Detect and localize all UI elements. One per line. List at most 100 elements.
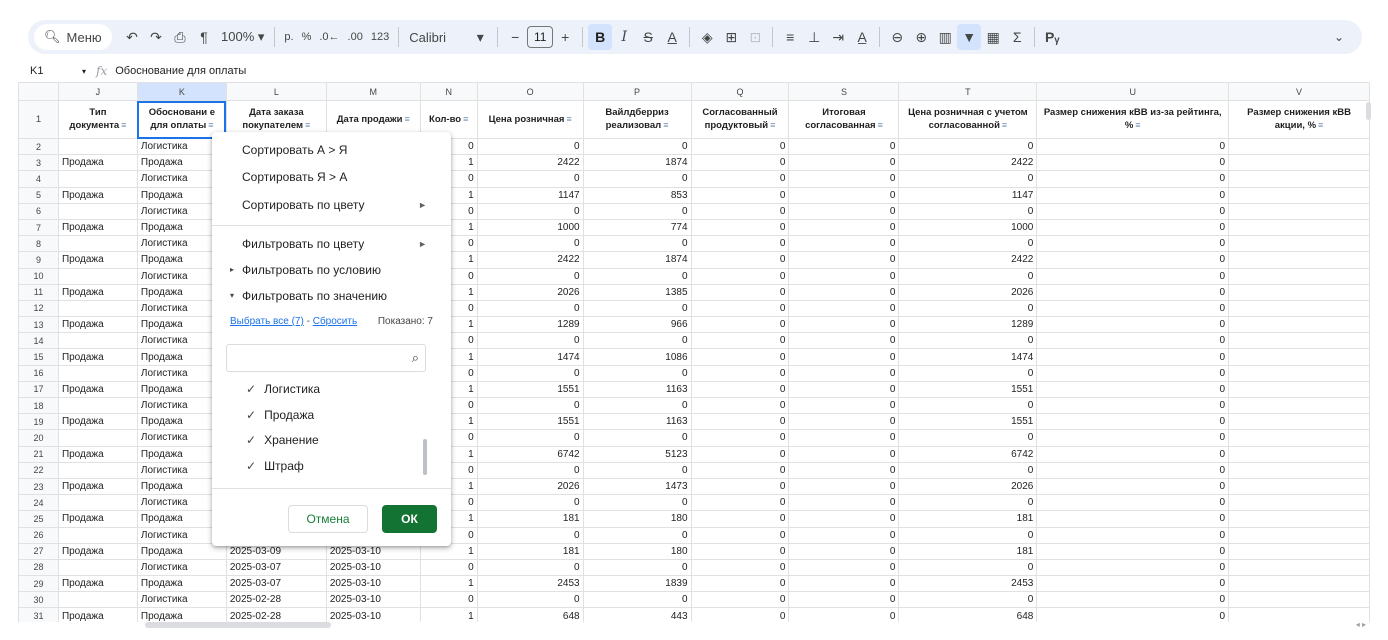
header-cell-j[interactable]: Тип документа ≡	[57, 100, 138, 139]
cell-p[interactable]: 853	[582, 186, 692, 204]
cell-o[interactable]: 6742	[476, 445, 584, 463]
cell-q[interactable]: 0	[690, 299, 790, 318]
filter-button-icon[interactable]: ≡	[770, 120, 775, 130]
cell-v[interactable]	[1228, 591, 1370, 609]
column-header-l[interactable]: L	[225, 82, 327, 101]
reset-link[interactable]: Сбросить	[313, 316, 357, 327]
cell-p[interactable]: 180	[582, 510, 692, 528]
cell-o[interactable]: 0	[476, 137, 584, 156]
cell-p[interactable]: 774	[582, 218, 692, 237]
row-header[interactable]: 24	[18, 494, 59, 512]
cell-o[interactable]: 0	[476, 170, 584, 188]
cell-t[interactable]: 2026	[898, 477, 1038, 496]
cell-q[interactable]: 0	[690, 396, 790, 415]
cell-q[interactable]: 0	[690, 267, 790, 285]
cell-t[interactable]: 1474	[898, 348, 1038, 366]
cell-p[interactable]: 0	[582, 202, 692, 220]
cell-u[interactable]: 0	[1036, 429, 1230, 447]
header-cell-o[interactable]: Цена розничная ≡	[476, 100, 584, 139]
cell-o[interactable]: 2026	[476, 283, 584, 301]
cell-q[interactable]: 0	[690, 510, 790, 528]
cell-j[interactable]: Продажа	[57, 445, 138, 463]
cell-t[interactable]: 0	[898, 137, 1038, 156]
column-header-u[interactable]: U	[1036, 82, 1230, 101]
cell-u[interactable]: 0	[1036, 575, 1230, 593]
cell-v[interactable]	[1228, 137, 1370, 156]
chevron-down-icon[interactable]: ▾	[468, 24, 492, 50]
filter-icon[interactable]: ▼	[957, 24, 982, 50]
cell-u[interactable]: 0	[1036, 316, 1230, 334]
row-header[interactable]: 27	[18, 542, 59, 560]
filter-button-icon[interactable]: ≡	[566, 114, 571, 124]
cell-j[interactable]: Продажа	[57, 607, 138, 622]
cell-p[interactable]: 1163	[582, 380, 692, 399]
cell-o[interactable]: 0	[476, 494, 584, 512]
header-cell-q[interactable]: Согласованный продуктовый ≡	[690, 100, 790, 139]
cell-s[interactable]: 0	[788, 461, 900, 479]
cell-t[interactable]: 2422	[898, 154, 1038, 172]
cell-t[interactable]: 0	[898, 396, 1038, 415]
cell-j[interactable]: Продажа	[57, 542, 138, 560]
cell-p[interactable]: 0	[582, 299, 692, 318]
formula-input[interactable]: Обоснование для оплаты	[115, 65, 246, 77]
cell-v[interactable]	[1228, 445, 1370, 463]
percent-button[interactable]: %	[298, 31, 316, 43]
input-tools-icon[interactable]: Pᵧ	[1040, 24, 1064, 50]
cell-q[interactable]: 0	[690, 413, 790, 431]
cell-v[interactable]	[1228, 380, 1370, 399]
cell-j[interactable]: Продажа	[57, 510, 138, 528]
cell-u[interactable]: 0	[1036, 218, 1230, 237]
cell-s[interactable]: 0	[788, 510, 900, 528]
cell-l[interactable]: 2025-02-28	[225, 591, 327, 609]
filter-button-icon[interactable]: ≡	[1318, 120, 1323, 130]
cell-s[interactable]: 0	[788, 380, 900, 399]
cell-p[interactable]: 0	[582, 364, 692, 382]
cell-t[interactable]: 0	[898, 526, 1038, 544]
cell-s[interactable]: 0	[788, 591, 900, 609]
cell-j[interactable]	[57, 558, 138, 577]
cell-j[interactable]	[57, 591, 138, 609]
header-cell-v[interactable]: Размер снижения кВВ акции, % ≡	[1228, 100, 1370, 139]
cell-u[interactable]: 0	[1036, 526, 1230, 544]
align-icon[interactable]: ≡	[778, 24, 802, 50]
row-header[interactable]: 21	[18, 445, 59, 463]
cell-j[interactable]	[57, 235, 138, 253]
filter-views-icon[interactable]: ▦	[981, 24, 1005, 50]
cell-m[interactable]: 2025-03-10	[325, 607, 421, 622]
cell-s[interactable]: 0	[788, 348, 900, 366]
row-header[interactable]: 31	[18, 607, 59, 622]
cell-v[interactable]	[1228, 607, 1370, 622]
cell-s[interactable]: 0	[788, 607, 900, 622]
sort-az-item[interactable]: Сортировать А > Я	[242, 140, 439, 160]
header-cell-u[interactable]: Размер снижения кВВ из-за рейтинга, % ≡	[1036, 100, 1230, 139]
fill-color-icon[interactable]: ◈	[695, 24, 719, 50]
column-header-p[interactable]: P	[582, 82, 692, 101]
cell-t[interactable]: 1551	[898, 413, 1038, 431]
cell-q[interactable]: 0	[690, 494, 790, 512]
cell-q[interactable]: 0	[690, 348, 790, 366]
functions-icon[interactable]: Σ	[1005, 24, 1029, 50]
cell-o[interactable]: 0	[476, 591, 584, 609]
cell-v[interactable]	[1228, 413, 1370, 431]
cell-n[interactable]: 0	[419, 591, 478, 609]
cell-o[interactable]: 1551	[476, 380, 584, 399]
cell-u[interactable]: 0	[1036, 558, 1230, 577]
cell-q[interactable]: 0	[690, 218, 790, 237]
cell-q[interactable]: 0	[690, 575, 790, 593]
cell-s[interactable]: 0	[788, 154, 900, 172]
cell-p[interactable]: 1839	[582, 575, 692, 593]
strikethrough-button[interactable]: S	[636, 24, 660, 50]
cell-n[interactable]: 0	[419, 558, 478, 577]
cell-v[interactable]	[1228, 267, 1370, 285]
paint-format-icon[interactable]: ¶	[192, 24, 216, 50]
column-header-j[interactable]: J	[57, 82, 138, 101]
cell-s[interactable]: 0	[788, 575, 900, 593]
filter-button-icon[interactable]: ≡	[405, 114, 410, 124]
select-all-link[interactable]: Выбрать все (7)	[230, 316, 304, 327]
more-formats-button[interactable]: 123	[367, 31, 393, 43]
cell-v[interactable]	[1228, 283, 1370, 301]
cell-o[interactable]: 0	[476, 526, 584, 544]
cell-k[interactable]: Продажа	[136, 542, 227, 560]
link-icon[interactable]: ⊖	[885, 24, 909, 50]
column-header-v[interactable]: V	[1228, 82, 1370, 101]
